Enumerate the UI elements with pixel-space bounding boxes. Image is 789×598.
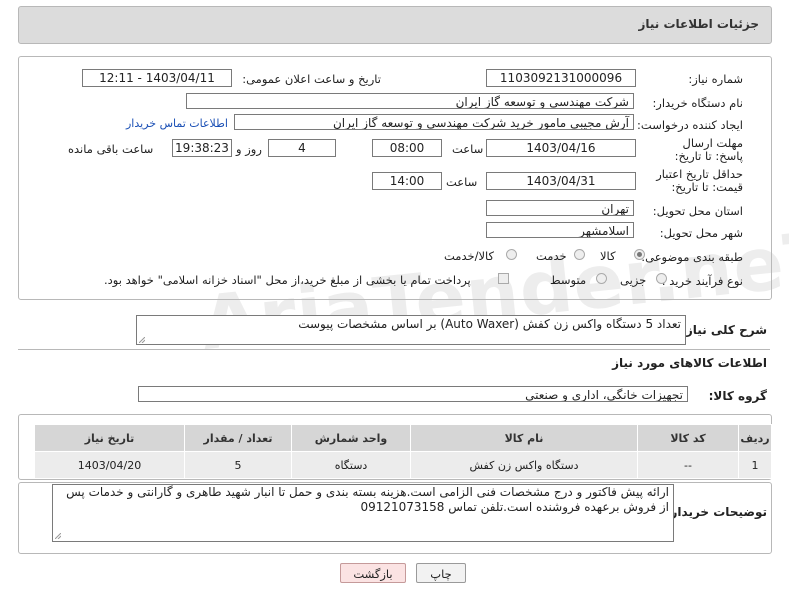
resize-grip-icon[interactable] bbox=[55, 533, 61, 539]
creator-field[interactable]: آرش مجيبي مامور خريد شرکت مهندسي و توسعه… bbox=[234, 114, 634, 130]
cell-row: 1 bbox=[738, 451, 772, 479]
buyer-label: نام دستگاه خریدار: bbox=[652, 96, 743, 110]
city-label: شهر محل تحویل: bbox=[659, 226, 743, 240]
category-label: طبقه بندی موضوعی: bbox=[641, 250, 743, 264]
description-label: شرح کلی نیاز: bbox=[681, 323, 767, 337]
buyer-contact-link[interactable]: اطلاعات تماس خریدار bbox=[126, 117, 228, 130]
reply-deadline-label: مهلت ارسال پاسخ: تا تاریخ: bbox=[674, 136, 743, 163]
purchase-option-medium: متوسط bbox=[550, 273, 587, 287]
validity-time-field[interactable]: 14:00 bbox=[372, 172, 442, 190]
category-option-goods: کالا bbox=[600, 249, 616, 263]
province-field[interactable]: تهران bbox=[486, 200, 634, 216]
purchase-type-label: نوع فرآیند خرید : bbox=[661, 274, 743, 288]
reply-time-field[interactable]: 08:00 bbox=[372, 139, 442, 157]
goods-section-title: اطلاعات کالاهای مورد نیاز bbox=[612, 356, 767, 370]
description-field[interactable]: تعداد 5 دستگاه واکس زن کفش (Auto Waxer) … bbox=[136, 315, 686, 345]
days-label: روز و bbox=[236, 142, 262, 156]
treasury-note: پرداخت تمام یا بخشی از مبلغ خرید،از محل … bbox=[104, 273, 471, 287]
col-header-qty: تعداد / مقدار bbox=[184, 424, 292, 452]
goods-group-field[interactable]: تجهیزات خانگی، اداری و صنعتی bbox=[138, 386, 688, 402]
goods-group-label: گروه کالا: bbox=[708, 389, 767, 403]
announce-field[interactable]: 1403/04/11 - 12:11 bbox=[82, 69, 232, 87]
days-remaining-field[interactable]: 4 bbox=[268, 139, 336, 157]
category-radio-service[interactable] bbox=[574, 249, 585, 260]
purchase-radio-minor[interactable] bbox=[656, 273, 667, 284]
remaining-time-field[interactable]: 19:38:23 bbox=[172, 139, 232, 157]
category-option-both: کالا/خدمت bbox=[444, 249, 495, 263]
buyer-notes-label: توضیحات خریدار: bbox=[665, 505, 767, 519]
announce-label: تاریخ و ساعت اعلان عمومی: bbox=[242, 72, 381, 86]
city-field[interactable]: اسلامشهر bbox=[486, 222, 634, 238]
col-header-row: ردیف bbox=[738, 424, 772, 452]
buyer-field[interactable]: شرکت مهندسي و توسعه گاز ايران bbox=[186, 93, 634, 109]
validity-time-label: ساعت bbox=[446, 175, 478, 189]
page-header: جزئیات اطلاعات نیاز bbox=[18, 6, 772, 44]
reply-time-label: ساعت bbox=[452, 142, 484, 156]
need-number-field[interactable]: 1103092131000096 bbox=[486, 69, 636, 87]
validity-label: حداقل تاریخ اعتبار قیمت: تا تاریخ: bbox=[656, 167, 743, 194]
page-title: جزئیات اطلاعات نیاز bbox=[638, 17, 759, 31]
purchase-option-minor: جزیی bbox=[620, 273, 647, 287]
reply-date-field[interactable]: 1403/04/16 bbox=[486, 139, 636, 157]
buyer-notes-field[interactable]: ارائه پیش فاکتور و درج مشخصات فنی الزامی… bbox=[52, 484, 674, 542]
remaining-label: ساعت باقی مانده bbox=[68, 142, 154, 156]
col-header-code: کد کالا bbox=[637, 424, 739, 452]
print-button[interactable]: چاپ bbox=[416, 563, 466, 583]
col-header-name: نام کالا bbox=[410, 424, 638, 452]
back-button[interactable]: بازگشت bbox=[340, 563, 406, 583]
purchase-radio-medium[interactable] bbox=[596, 273, 607, 284]
divider bbox=[18, 349, 770, 350]
validity-date-field[interactable]: 1403/04/31 bbox=[486, 172, 636, 190]
category-radio-goods[interactable] bbox=[634, 249, 645, 260]
treasury-checkbox[interactable] bbox=[498, 273, 509, 284]
col-header-date: تاریخ نیاز bbox=[34, 424, 185, 452]
category-option-service: خدمت bbox=[536, 249, 567, 263]
resize-grip-icon[interactable] bbox=[139, 337, 145, 343]
province-label: استان محل تحویل: bbox=[652, 204, 743, 218]
creator-label: ایجاد کننده درخواست: bbox=[637, 118, 743, 132]
col-header-unit: واحد شمارش bbox=[291, 424, 411, 452]
category-radio-both[interactable] bbox=[506, 249, 517, 260]
need-number-label: شماره نیاز: bbox=[688, 72, 743, 86]
